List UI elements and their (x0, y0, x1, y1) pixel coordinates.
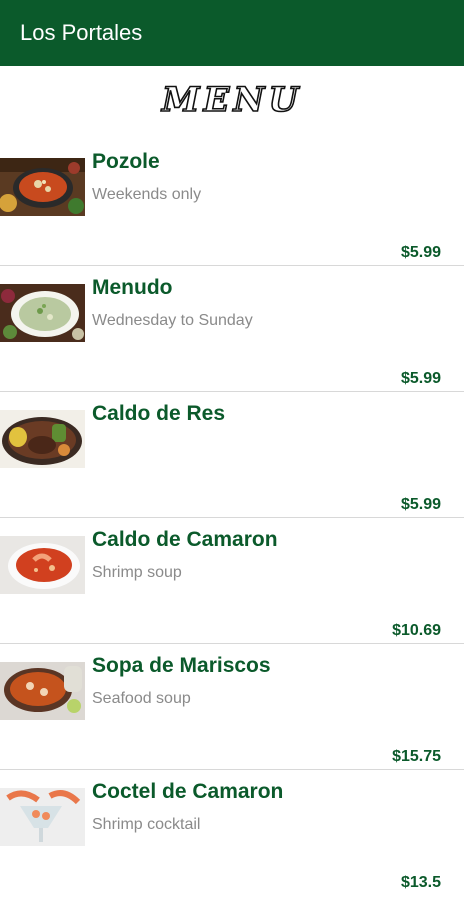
sopa-de-mariscos-photo (0, 662, 85, 720)
coctel-de-camaron-photo (0, 788, 85, 846)
menudo-photo (0, 284, 85, 342)
menu-item-coctel-de-camaron[interactable]: Coctel de Camaron Shrimp cocktail $13.5 (0, 770, 464, 896)
item-description: Shrimp soup (92, 564, 182, 581)
item-name: Coctel de Camaron (92, 780, 284, 803)
item-description: Weekends only (92, 186, 202, 203)
menu-item-menudo[interactable]: Menudo Wednesday to Sunday $5.99 (0, 266, 464, 392)
caldo-de-res-photo (0, 410, 85, 468)
item-name: Menudo (92, 276, 173, 299)
item-name: Caldo de Res (92, 402, 226, 425)
item-name: Sopa de Mariscos (92, 654, 271, 677)
menu-item-caldo-de-camaron[interactable]: Caldo de Camaron Shrimp soup $10.69 (0, 518, 464, 644)
menu-heading: MENU (161, 79, 303, 121)
caldo-de-camaron-photo (0, 536, 85, 594)
item-price: $5.99 (400, 244, 441, 261)
item-price: $13.5 (400, 874, 441, 891)
item-description: Wednesday to Sunday (92, 312, 253, 329)
item-description: Seafood soup (92, 690, 191, 707)
item-price: $5.99 (400, 496, 441, 513)
app-bar: Los Portales (0, 0, 464, 66)
menu-item-sopa-de-mariscos[interactable]: Sopa de Mariscos Seafood soup $15.75 (0, 644, 464, 770)
item-price: $5.99 (400, 370, 441, 387)
item-name: Pozole (92, 150, 160, 173)
pozole-photo (0, 158, 85, 216)
item-price: $10.69 (392, 622, 441, 639)
menu-item-pozole[interactable]: Pozole Weekends only $5.99 (0, 140, 464, 266)
item-price: $15.75 (392, 748, 441, 765)
item-description: Shrimp cocktail (92, 816, 201, 833)
menu-list: Pozole Weekends only $5.99 Menudo Wednes… (0, 140, 464, 896)
app-title: Los Portales (20, 20, 143, 45)
item-name: Caldo de Camaron (92, 528, 278, 551)
menu-item-caldo-de-res[interactable]: Caldo de Res $5.99 (0, 392, 464, 518)
